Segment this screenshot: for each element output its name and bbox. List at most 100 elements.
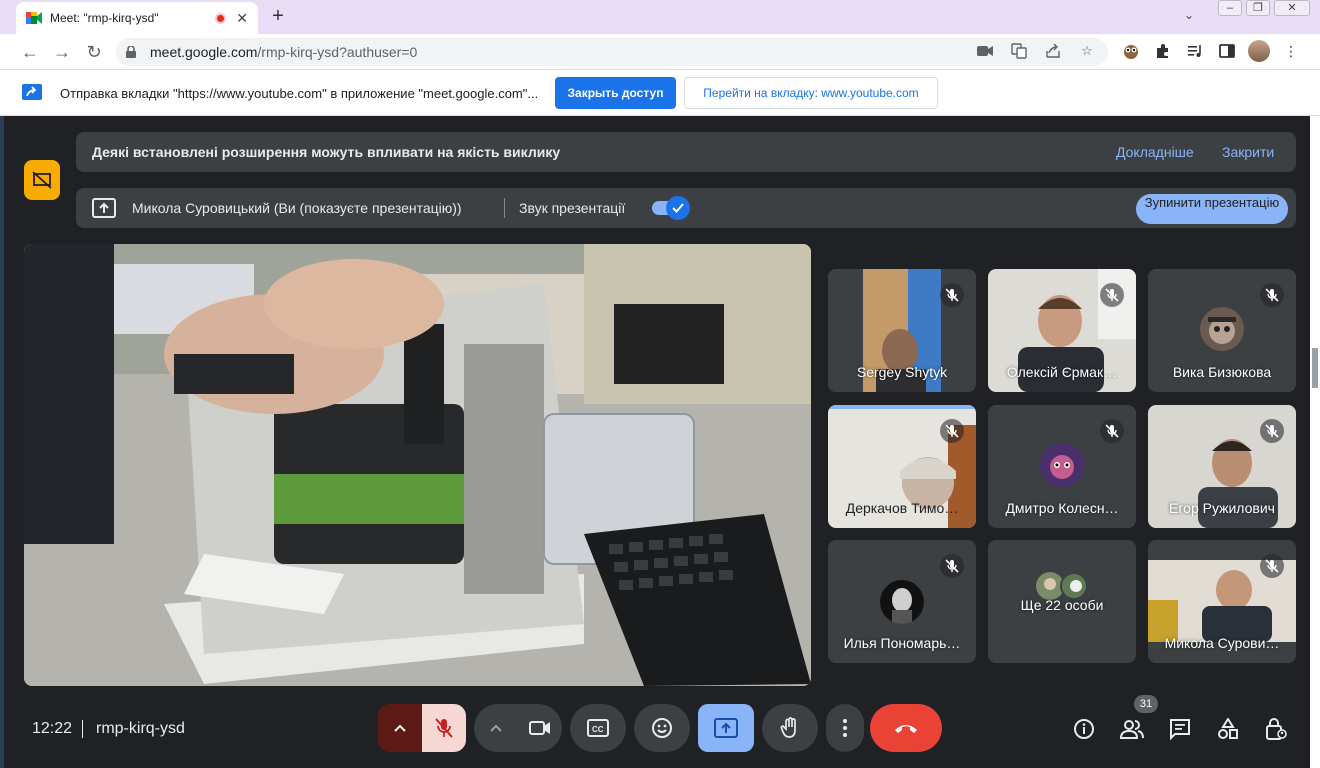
present-screen-icon: [92, 198, 116, 218]
tab-sharing-infobar: Отправка вкладки "https://www.youtube.co…: [0, 70, 1320, 116]
meeting-details-button[interactable]: [1071, 716, 1097, 742]
scrollbar-thumb[interactable]: [1312, 348, 1318, 388]
participant-tile[interactable]: Олексій Єрмак…: [988, 269, 1136, 392]
share-icon[interactable]: [1044, 42, 1062, 60]
presenter-name: Микола Суровицький (Ви (показуєте презен…: [132, 200, 462, 216]
divider: [504, 198, 505, 218]
lock-person-icon: [1266, 718, 1287, 740]
extensions-puzzle-icon[interactable]: [1152, 40, 1174, 62]
info-icon: [1074, 719, 1094, 739]
cast-arrow-icon: [22, 84, 42, 100]
tab-title: Meet: "rmp-kirq-ysd": [50, 11, 159, 25]
audio-options-chevron-icon[interactable]: [378, 704, 422, 752]
side-panel-icon[interactable]: [1216, 40, 1238, 62]
restore-button[interactable]: ❐: [1246, 0, 1270, 16]
profile-avatar[interactable]: [1248, 40, 1270, 62]
scrollbar[interactable]: [1310, 116, 1320, 768]
media-control-icon[interactable]: [1184, 40, 1206, 62]
recording-indicator-icon: [215, 12, 227, 24]
back-button[interactable]: ←: [18, 40, 42, 64]
hang-up-icon: [895, 725, 917, 733]
people-button[interactable]: [1119, 716, 1145, 742]
new-tab-button[interactable]: +: [266, 4, 290, 28]
activities-icon: [1218, 718, 1238, 739]
translate-icon[interactable]: [1010, 42, 1028, 60]
browser-menu-icon[interactable]: ⋮: [1280, 40, 1302, 62]
mic-off-icon: [940, 554, 964, 578]
participant-name: Илья Пономарь…: [843, 635, 961, 651]
mic-off-button[interactable]: [422, 704, 466, 752]
extensions-warning-banner: Деякі встановлені розширення можуть впли…: [76, 132, 1296, 172]
minimize-button[interactable]: –: [1218, 0, 1242, 16]
microphone-control: [378, 704, 466, 752]
more-participants-label: Ще 22 особи: [1020, 597, 1104, 613]
presentation-video[interactable]: [24, 244, 811, 686]
mic-off-icon: [1260, 419, 1284, 443]
close-banner-link[interactable]: Закрити: [1222, 144, 1274, 160]
mic-off-icon: [1260, 283, 1284, 307]
url-path: /rmp-kirq-ysd?authuser=0: [257, 44, 418, 60]
camera-button[interactable]: [518, 704, 562, 752]
camera-in-use-icon[interactable]: [976, 42, 994, 60]
address-bar[interactable]: meet.google.com/rmp-kirq-ysd?authuser=0 …: [116, 38, 1108, 66]
presentation-indicator-icon[interactable]: [24, 160, 60, 200]
present-now-button[interactable]: [698, 704, 754, 752]
people-icon: [1120, 720, 1144, 739]
owl-extension-icon[interactable]: [1120, 40, 1142, 62]
participant-tile[interactable]: Микола Сурови…: [1148, 540, 1296, 663]
participant-tile[interactable]: Sergey Shytyk: [828, 269, 976, 392]
participant-tile[interactable]: Егор Ружилович: [1148, 405, 1296, 528]
close-window-button[interactable]: ✕: [1274, 0, 1310, 16]
window-left-edge: [0, 116, 4, 768]
more-options-button[interactable]: [826, 704, 864, 752]
mic-off-icon: [1260, 554, 1284, 578]
mic-off-icon: [1100, 419, 1124, 443]
participant-tile[interactable]: Дмитро Колесн…: [988, 405, 1136, 528]
url-host: meet.google.com: [150, 44, 258, 60]
go-to-tab-button[interactable]: Перейти на вкладку: www.youtube.com: [684, 77, 938, 109]
more-participants-tile[interactable]: Ще 22 особи: [988, 540, 1136, 663]
mic-off-icon: [1100, 283, 1124, 307]
reactions-button[interactable]: [634, 704, 690, 752]
presentation-audio-toggle[interactable]: [652, 196, 690, 220]
tab-close-icon[interactable]: ✕: [236, 10, 248, 27]
camera-control: [474, 704, 562, 752]
activities-button[interactable]: [1215, 716, 1241, 742]
camera-icon: [529, 721, 550, 735]
mic-off-icon: [940, 419, 964, 443]
host-controls-button[interactable]: [1263, 716, 1289, 742]
avatar: [1060, 572, 1088, 600]
stop-presenting-button[interactable]: Зупинити презентацію: [1136, 194, 1288, 224]
lock-icon: [126, 46, 136, 58]
video-options-chevron-icon[interactable]: [474, 704, 518, 752]
browser-toolbar: ← → ↻ meet.google.com/rmp-kirq-ysd?authu…: [0, 34, 1320, 70]
more-vert-icon: [843, 719, 847, 737]
emoji-icon: [652, 718, 672, 738]
leave-call-button[interactable]: [870, 704, 942, 752]
captions-button[interactable]: CC: [570, 704, 626, 752]
call-time: 12:22: [32, 720, 73, 737]
participant-tile[interactable]: Деркачов Тимо…: [828, 405, 976, 528]
present-screen-icon: [714, 718, 738, 738]
participant-name: Деркачов Тимо…: [845, 500, 959, 516]
bookmark-star-icon[interactable]: ☆: [1078, 42, 1096, 60]
tab-search-chevron-icon[interactable]: ⌄: [1184, 8, 1194, 22]
check-icon: [666, 196, 690, 220]
raise-hand-button[interactable]: [762, 704, 818, 752]
participant-name: Микола Сурови…: [1164, 635, 1280, 651]
participant-tile[interactable]: Вика Бизюкова: [1148, 269, 1296, 392]
stop-sharing-button[interactable]: Закрыть доступ: [555, 77, 676, 109]
browser-tab[interactable]: Meet: "rmp-kirq-ysd" ✕: [16, 2, 258, 34]
reload-button[interactable]: ↻: [82, 40, 106, 64]
forward-button[interactable]: →: [50, 40, 74, 64]
avatar: [1040, 443, 1084, 487]
window-controls: – ❐ ✕: [1214, 0, 1310, 18]
avatar: [1200, 307, 1244, 351]
participant-name: Егор Ружилович: [1169, 500, 1275, 516]
learn-more-link[interactable]: Докладніше: [1116, 144, 1194, 160]
participant-tile[interactable]: Илья Пономарь…: [828, 540, 976, 663]
hand-icon: [780, 717, 796, 738]
avatar: [880, 580, 924, 624]
tab-strip: Meet: "rmp-kirq-ysd" ✕ + ⌄ – ❐ ✕: [0, 0, 1320, 34]
chat-button[interactable]: [1167, 716, 1193, 742]
